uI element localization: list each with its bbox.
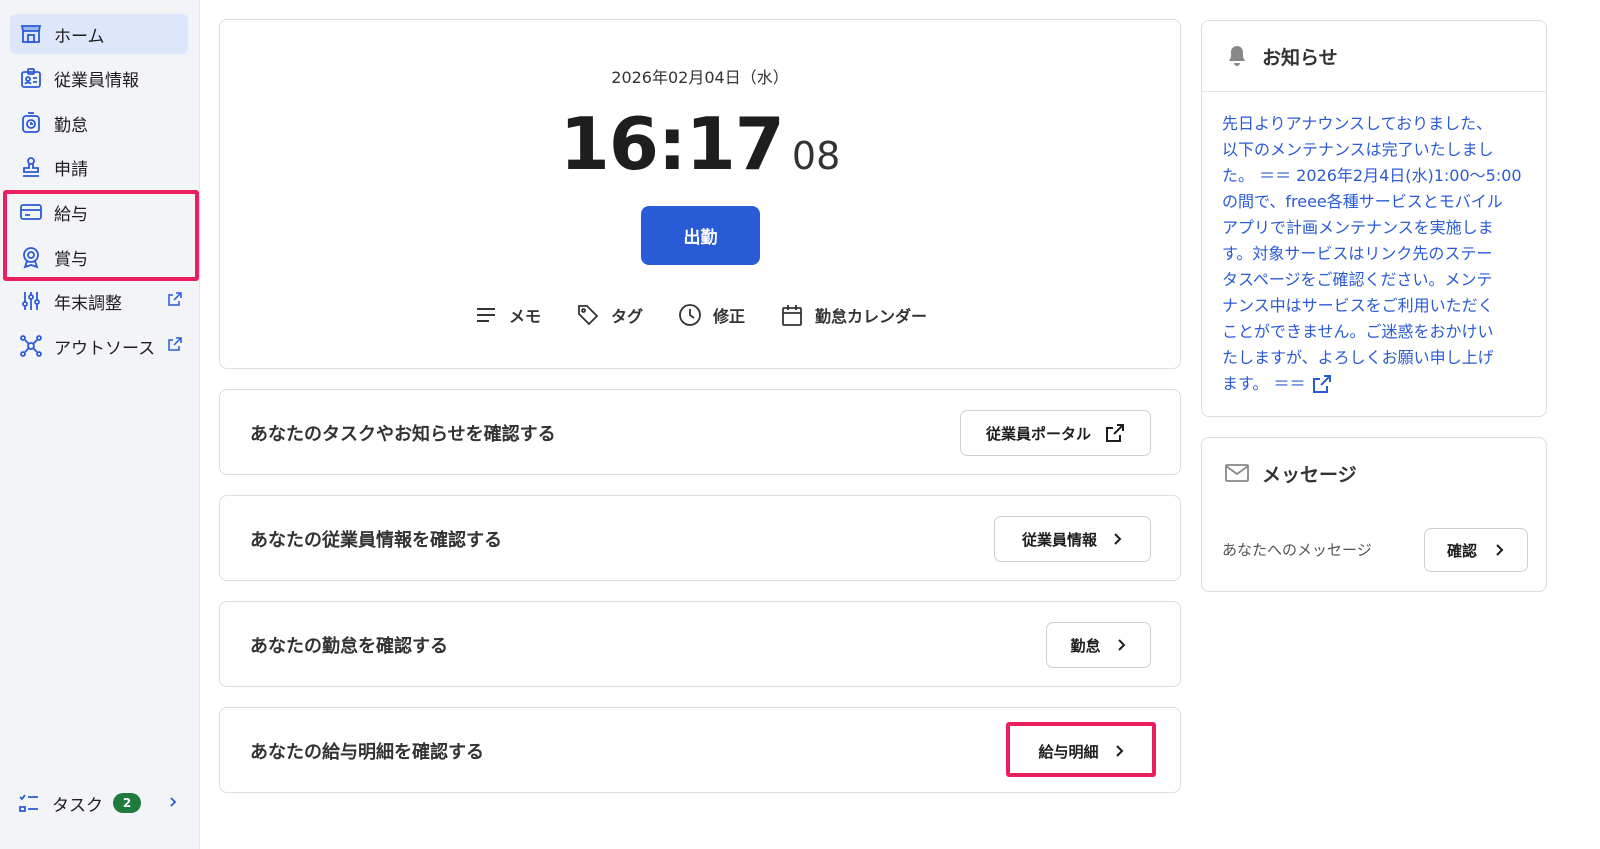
notice-title: お知らせ <box>1262 46 1338 69</box>
correction-label: 修正 <box>713 307 746 326</box>
button-label: 従業員ポータル <box>985 424 1091 443</box>
bell-icon <box>1224 43 1250 69</box>
clock-actions: メモ タグ 修正 勤怠カレンダー <box>220 302 1180 328</box>
sidebar-item-label: 賞与 <box>54 249 88 270</box>
sidebar-item-label: 勤怠 <box>54 115 88 136</box>
sidebar-item-label: 従業員情報 <box>54 70 139 91</box>
notice-line: 以下のメンテナンスは完了いたしまし <box>1222 140 1494 159</box>
chevron-right-icon <box>1493 543 1505 557</box>
row-text: あなたのタスクやお知らせを確認する <box>250 424 556 445</box>
correction-action[interactable]: 修正 <box>677 302 745 328</box>
mail-icon <box>1224 460 1250 486</box>
time-seconds: 08 <box>791 134 841 178</box>
employee-info-row-card: あなたの従業員情報を確認する 従業員情報 <box>219 495 1181 581</box>
divider <box>1202 91 1546 92</box>
attendance-button[interactable]: 勤怠 <box>1046 622 1151 668</box>
chevron-right-icon <box>168 795 178 809</box>
sidebar-item-employee-info[interactable]: 従業員情報 <box>10 58 188 98</box>
lines-icon <box>473 302 499 328</box>
checklist-icon <box>18 792 40 814</box>
sidebar-item-label: 申請 <box>54 159 88 180</box>
sliders-icon <box>18 288 44 314</box>
notice-line: アプリで計画メンテナンスを実施しま <box>1222 218 1494 237</box>
chevron-right-icon <box>1113 744 1125 758</box>
award-icon <box>18 244 44 270</box>
sidebar-item-application[interactable]: 申請 <box>10 147 188 187</box>
notice-card: お知らせ 先日よりアナウンスしておりました、 以下のメンテナンスは完了いたしまし… <box>1201 20 1547 417</box>
button-label: 給与明細 <box>1038 742 1099 761</box>
notice-line: ます。 ＝＝ <box>1222 374 1306 393</box>
message-card: メッセージ あなたへのメッセージ 確認 <box>1201 437 1547 592</box>
sidebar-task[interactable]: タスク 2 <box>0 780 200 826</box>
button-label: 従業員情報 <box>1021 530 1097 549</box>
employee-info-button[interactable]: 従業員情報 <box>994 516 1151 562</box>
row-text: あなたの勤怠を確認する <box>250 636 448 657</box>
message-title: メッセージ <box>1262 463 1357 486</box>
time-hours-minutes: 16:17 <box>559 102 785 186</box>
notice-line: タスページをご確認ください。メンテ <box>1222 270 1493 289</box>
row-text: あなたの従業員情報を確認する <box>250 530 502 551</box>
store-icon <box>18 21 44 47</box>
timer-icon <box>18 110 44 136</box>
external-link-icon <box>168 292 182 306</box>
notice-line: す。対象サービスはリンク先のステー <box>1222 244 1493 263</box>
payslip-button[interactable]: 給与明細 <box>1012 728 1151 774</box>
notice-body[interactable]: 先日よりアナウンスしておりました、 以下のメンテナンスは完了いたしまし た。 ＝… <box>1222 111 1532 397</box>
payslip-row-card: あなたの給与明細を確認する 給与明細 <box>219 707 1181 793</box>
button-label: 確認 <box>1446 541 1477 560</box>
current-time: 16:17 08 <box>220 102 1180 186</box>
chevron-right-icon <box>1111 532 1123 546</box>
notice-line: ナンス中はサービスをご利用いただく <box>1222 296 1494 315</box>
row-text: あなたの給与明細を確認する <box>250 742 484 763</box>
sidebar: ホーム 従業員情報 勤怠 申請 給与 賞与 年末調整 アウトソース タスク 2 <box>0 0 200 849</box>
task-count-badge: 2 <box>113 793 141 813</box>
id-card-icon <box>18 65 44 91</box>
external-link-icon <box>1105 423 1125 443</box>
sidebar-item-attendance[interactable]: 勤怠 <box>10 103 188 143</box>
clock-in-button[interactable]: 出勤 <box>641 206 760 265</box>
employee-portal-button[interactable]: 従業員ポータル <box>960 410 1151 456</box>
message-text: あなたへのメッセージ <box>1222 540 1372 559</box>
time-clock-card: 2026年02月04日（水） 16:17 08 出勤 メモ タグ 修正 勤怠カレ… <box>219 19 1181 369</box>
notice-line: たしますが、よろしくお願い申し上げ <box>1222 348 1494 367</box>
tag-action[interactable]: タグ <box>575 302 643 328</box>
message-header: メッセージ <box>1202 438 1546 508</box>
confirm-message-button[interactable]: 確認 <box>1424 528 1528 572</box>
notice-header: お知らせ <box>1202 21 1546 91</box>
stamp-icon <box>18 154 44 180</box>
network-icon <box>18 333 44 359</box>
sidebar-item-year-end-adjustment[interactable]: 年末調整 <box>10 281 188 321</box>
notice-line: た。 ＝＝ 2026年2月4日(水)1:00～5:00 <box>1222 166 1522 185</box>
notice-line: 先日よりアナウンスしておりました、 <box>1222 114 1493 133</box>
external-link-icon <box>168 337 182 351</box>
clock-icon <box>677 302 703 328</box>
notice-line: ことができません。ご迷惑をおかけい <box>1222 322 1494 341</box>
sidebar-item-label: アウトソース <box>54 338 156 359</box>
button-label: 勤怠 <box>1070 636 1101 655</box>
calendar-icon <box>779 302 805 328</box>
attendance-calendar-action[interactable]: 勤怠カレンダー <box>779 302 927 328</box>
sidebar-item-label: 給与 <box>54 204 88 225</box>
memo-action[interactable]: メモ <box>473 302 541 328</box>
external-link-icon[interactable] <box>1312 374 1332 394</box>
current-date: 2026年02月04日（水） <box>611 68 789 87</box>
chevron-right-icon <box>1115 638 1127 652</box>
notice-line: の間で、freee各種サービスとモバイル <box>1222 192 1503 211</box>
tag-label: タグ <box>610 307 643 326</box>
task-label: タスク <box>52 795 103 816</box>
attendance-row-card: あなたの勤怠を確認する 勤怠 <box>219 601 1181 687</box>
sidebar-item-home[interactable]: ホーム <box>10 14 188 54</box>
notice-line-last: ます。 ＝＝ <box>1222 371 1532 397</box>
tasks-row-card: あなたのタスクやお知らせを確認する 従業員ポータル <box>219 389 1181 475</box>
memo-label: メモ <box>508 307 541 326</box>
sidebar-item-outsource[interactable]: アウトソース <box>10 326 188 366</box>
card-icon <box>18 199 44 225</box>
sidebar-item-bonus[interactable]: 賞与 <box>10 237 188 277</box>
sidebar-item-salary[interactable]: 給与 <box>10 192 188 232</box>
sidebar-item-label: ホーム <box>54 26 105 47</box>
sidebar-item-label: 年末調整 <box>54 293 122 314</box>
attendance-calendar-label: 勤怠カレンダー <box>815 307 928 326</box>
tag-icon <box>575 302 601 328</box>
